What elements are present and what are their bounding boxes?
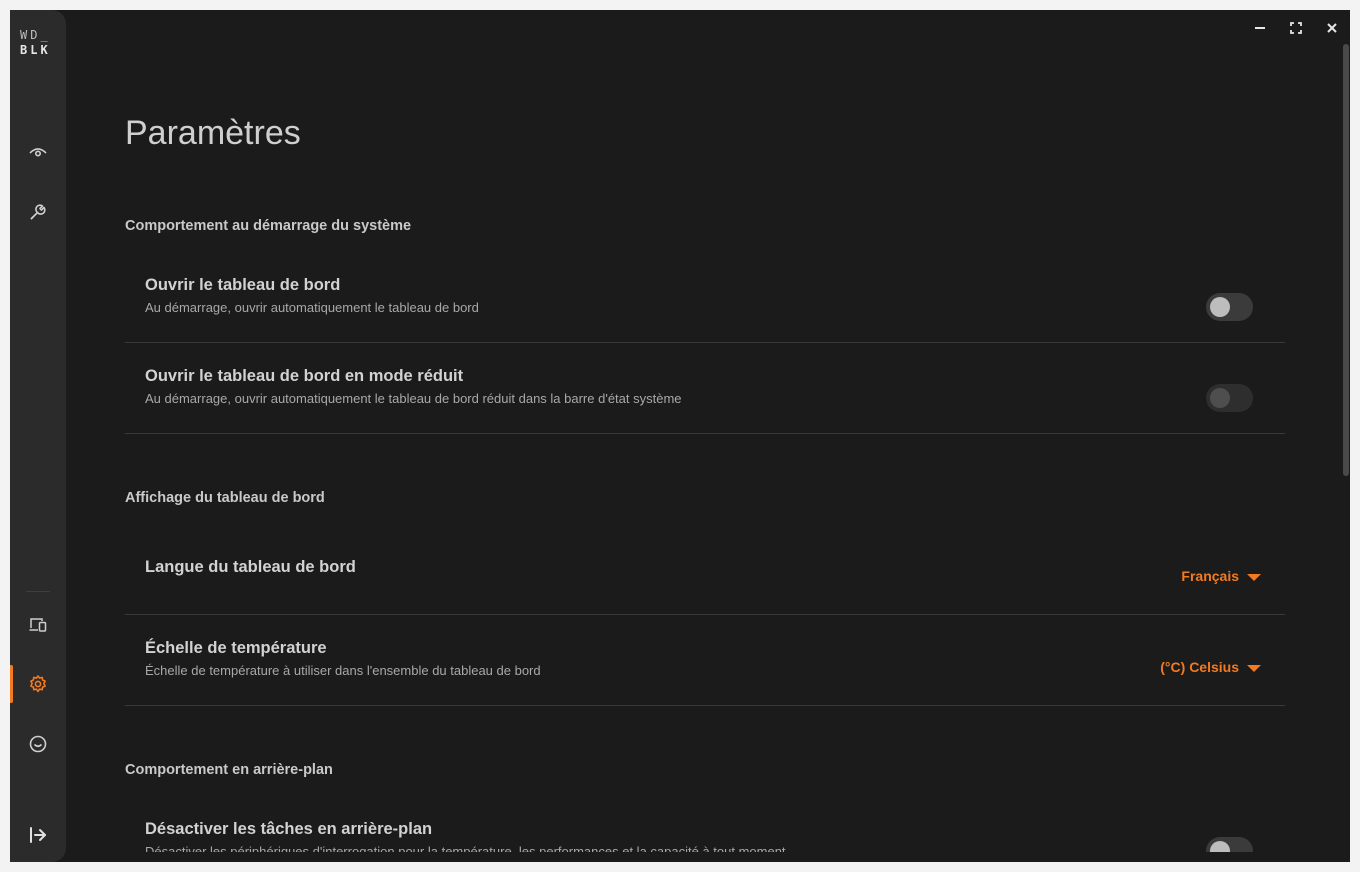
section-heading-startup: Comportement au démarrage du système [125,218,412,234]
smiley-feedback-icon [29,735,47,753]
wrench-icon [30,204,46,220]
sidebar-divider [26,591,50,592]
open-dashboard-toggle[interactable] [1206,293,1253,321]
caret-down-icon [1247,574,1261,581]
disable-background-toggle[interactable] [1206,837,1253,852]
toggle-knob [1210,388,1230,408]
setting-title: Ouvrir le tableau de bord [145,276,341,294]
close-icon [1327,23,1337,33]
setting-description: Échelle de température à utiliser dans l… [145,663,541,678]
open-minimized-toggle[interactable] [1206,384,1253,412]
app-logo: WD_ BLK [20,28,51,57]
section-heading-display: Affichage du tableau de bord [125,490,325,506]
gear-icon [30,675,46,693]
language-dropdown[interactable]: Français [1181,568,1261,584]
active-indicator [10,665,13,703]
sidebar-item-feedback[interactable] [24,730,52,758]
setting-description: Au démarrage, ouvrir automatiquement le … [145,300,479,315]
setting-row-open-dashboard: Ouvrir le tableau de bord Au démarrage, … [125,260,1285,343]
setting-row-language: Langue du tableau de bord Français [125,532,1285,615]
setting-title: Échelle de température [145,639,327,657]
devices-icon [29,618,47,632]
eye-icon [29,148,47,157]
page-title: Paramètres [125,114,301,152]
maximize-button[interactable] [1286,20,1306,36]
setting-title: Langue du tableau de bord [145,558,356,576]
setting-row-disable-background: Désactiver les tâches en arrière-plan Dé… [125,804,1285,852]
setting-row-open-minimized: Ouvrir le tableau de bord en mode réduit… [125,343,1285,434]
caret-down-icon [1247,665,1261,672]
setting-description: Désactiver les périphériques d'interroga… [145,844,786,852]
logout-arrow-icon [30,827,46,843]
close-button[interactable] [1322,20,1342,36]
scrollbar[interactable] [1343,44,1349,476]
setting-title: Désactiver les tâches en arrière-plan [145,820,433,838]
sidebar-item-tools[interactable] [24,198,52,226]
dropdown-value: (°C) Celsius [1160,659,1239,675]
toggle-knob [1210,841,1230,852]
setting-description: Au démarrage, ouvrir automatiquement le … [145,391,682,406]
dropdown-value: Français [1181,568,1239,584]
sidebar-item-settings[interactable] [24,670,52,698]
sidebar-item-devices[interactable] [24,611,52,639]
app-window: WD_ BLK Paramètres Comportement au démar… [10,10,1350,862]
maximize-icon [1290,22,1302,34]
temperature-dropdown[interactable]: (°C) Celsius [1160,659,1261,675]
setting-title: Ouvrir le tableau de bord en mode réduit [145,367,464,385]
setting-row-temperature: Échelle de température Échelle de tempér… [125,615,1285,706]
section-heading-background: Comportement en arrière-plan [125,762,333,778]
sidebar-item-logout[interactable] [24,821,52,849]
sidebar: WD_ BLK [10,10,66,862]
toggle-knob [1210,297,1230,317]
settings-content: Paramètres Comportement au démarrage du … [125,10,1285,862]
sidebar-item-dashboard[interactable] [24,138,52,166]
